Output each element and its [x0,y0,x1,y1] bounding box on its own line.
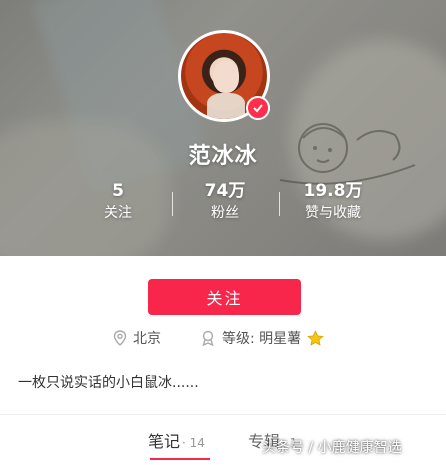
star-icon [307,329,324,346]
location-text: 北京 [133,331,161,347]
stat-likes-label: 赞与收藏 [305,205,361,221]
stat-followers-value: 74万 [204,181,246,201]
stat-followers[interactable]: 74万 粉丝 [190,180,260,224]
active-tab-indicator [150,458,210,460]
watermark: 头条号 / 小鹿健康智选 [262,440,402,456]
stat-followers-label: 粉丝 [211,205,239,221]
tab-notes-label: 笔记 [148,432,181,451]
location: 北京 [113,328,161,348]
location-pin-icon [113,330,127,346]
profile-bio: 一枚只说实话的小白鼠冰...... [18,375,199,391]
avatar[interactable] [178,30,270,122]
stat-divider [172,192,173,216]
stat-following-label: 关注 [104,205,132,221]
level-badge-icon [202,330,214,346]
follow-button[interactable]: 关注 [148,279,301,315]
stat-likes-value: 19.8万 [303,181,363,201]
profile-name: 范冰冰 [188,144,258,169]
user-level[interactable]: 等级: 明星薯 [200,328,330,348]
divider [0,414,446,415]
tab-notes-count: · 14 [182,436,205,450]
stat-following-value: 5 [112,181,124,201]
profile-meta: 北京 等级: 明星薯 [0,328,446,352]
profile-stats: 5 关注 74万 粉丝 19.8万 赞与收藏 [0,180,446,230]
stat-following[interactable]: 5 关注 [88,180,148,224]
stat-likes-collections[interactable]: 19.8万 赞与收藏 [288,180,378,224]
level-text: 等级: 明星薯 [222,331,302,347]
stat-divider [279,192,280,216]
tab-notes[interactable]: 笔记 · 14 [148,428,205,452]
verified-badge-icon [246,96,270,120]
